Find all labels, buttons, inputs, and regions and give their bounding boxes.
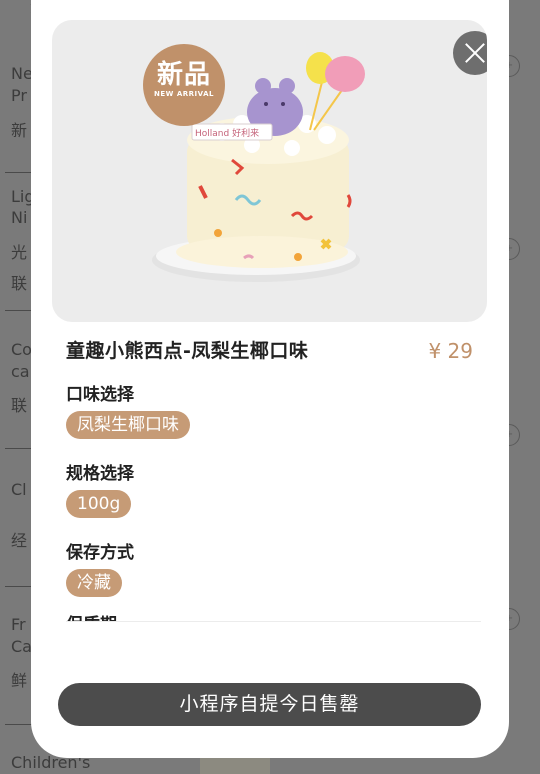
content-divider [66,621,481,622]
category-new-en[interactable]: Ne [11,64,33,84]
product-image: Holland 好利来 新品 NEW ARRIVAL [52,20,487,322]
category-co-en-2: ca [11,362,30,381]
category-fr-cn: 鲜 [11,671,28,690]
category-fr-en-2: Ca [11,637,32,656]
category-light-cn-2: 联 [11,274,28,293]
category-new-cn: 新 [11,121,28,140]
flavor-label: 口味选择 [66,385,134,405]
category-fr-en[interactable]: Fr [11,615,26,635]
category-cl-cn: 经 [11,531,28,550]
badge-main-text: 新品 [156,60,211,90]
flavor-option[interactable]: 凤梨生椰口味 [66,411,190,439]
size-option[interactable]: 100g [66,490,132,518]
storage-option: 冷藏 [66,569,122,597]
sold-out-button[interactable]: 小程序自提今日售罄 [58,683,481,726]
category-co-en[interactable]: Co [11,340,32,360]
product-price: ¥ 29 [428,339,473,363]
storage-label: 保存方式 [66,543,134,563]
category-light-en-2: Ni [11,208,28,227]
cake-tag-text: Holland 好利来 [195,127,259,139]
category-light-cn: 光 [11,243,28,262]
category-new-en-2: Pr [11,86,27,105]
category-co-cn: 联 [11,396,28,415]
badge-sub-text: NEW ARRIVAL [154,90,214,98]
category-cl-en[interactable]: Cl [11,480,27,500]
new-arrival-badge: 新品 NEW ARRIVAL [143,44,225,126]
size-label: 规格选择 [66,464,134,484]
product-title: 童趣小熊西点-凤梨生椰口味 [66,340,309,362]
product-detail-modal: Holland 好利来 新品 NEW ARRIVAL 童趣小熊西点-凤梨生椰口味… [31,0,509,758]
cake-illustration: Holland 好利来 [152,52,365,282]
